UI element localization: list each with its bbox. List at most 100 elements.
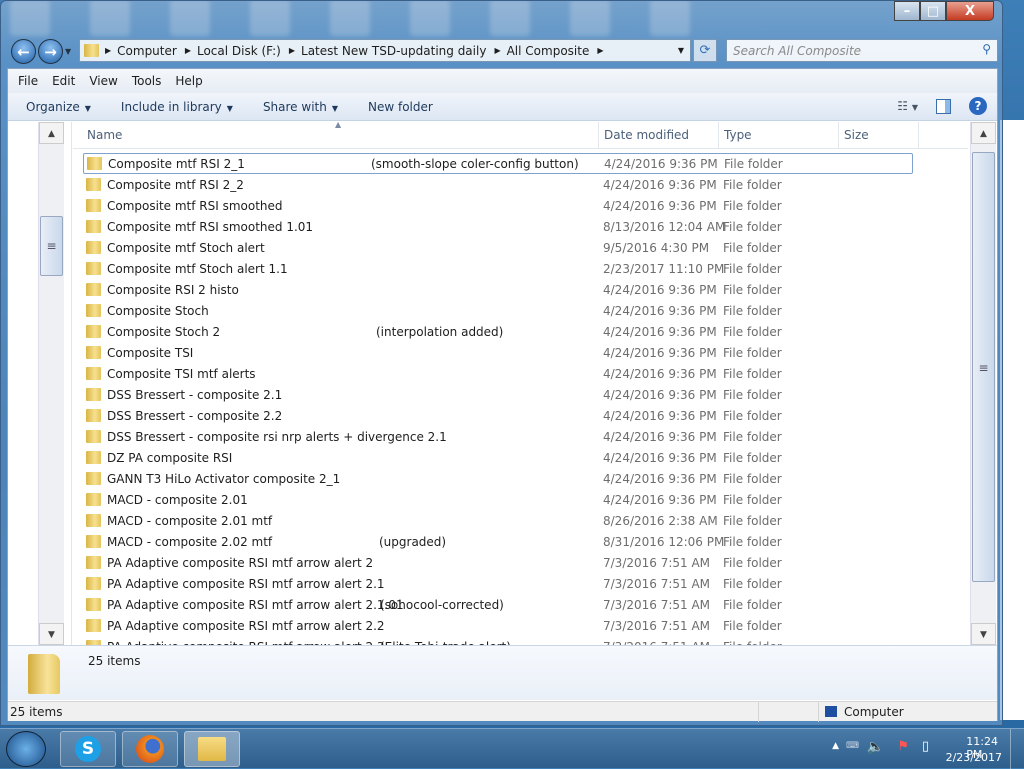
scroll-down-icon[interactable]: ▼: [971, 623, 996, 645]
computer-icon: [825, 706, 837, 717]
breadcrumb-all-composite[interactable]: All Composite: [507, 44, 590, 58]
file-row[interactable]: DSS Bressert - composite 2.2 4/24/2016 9…: [83, 405, 913, 426]
preview-pane-icon[interactable]: [936, 98, 951, 114]
search-input[interactable]: Search All Composite ⚲: [726, 39, 998, 62]
file-row[interactable]: Composite mtf Stoch alert 9/5/2016 4:30 …: [83, 237, 913, 258]
file-note: (smooth-slope coler-config button): [371, 156, 579, 171]
file-name: Composite mtf Stoch alert 1.1: [107, 261, 288, 276]
file-date: 7/3/2016 7:51 AM: [603, 618, 711, 633]
folder-icon: [86, 577, 101, 590]
column-size[interactable]: Size: [844, 128, 869, 142]
file-row[interactable]: Composite RSI 2 histo 4/24/2016 9:36 PM …: [83, 279, 913, 300]
file-row[interactable]: PA Adaptive composite RSI mtf arrow aler…: [83, 636, 913, 645]
file-row[interactable]: Composite mtf RSI smoothed 1.01 8/13/201…: [83, 216, 913, 237]
show-hidden-icons[interactable]: ▲: [832, 741, 839, 751]
file-row[interactable]: Composite TSI 4/24/2016 9:36 PM File fol…: [83, 342, 913, 363]
scroll-down-icon[interactable]: ▼: [39, 623, 64, 645]
view-options-icon[interactable]: ☷ ▼: [897, 99, 918, 113]
organize-button[interactable]: Organize ▼: [26, 100, 91, 114]
file-type: File folder: [723, 366, 782, 381]
menu-edit[interactable]: Edit: [52, 74, 75, 88]
file-row[interactable]: Composite TSI mtf alerts 4/24/2016 9:36 …: [83, 363, 913, 384]
forward-button[interactable]: →: [38, 39, 63, 64]
file-row[interactable]: PA Adaptive composite RSI mtf arrow aler…: [83, 552, 913, 573]
file-row[interactable]: MACD - composite 2.02 mtf (upgraded) 8/3…: [83, 531, 913, 552]
scroll-thumb[interactable]: ≡: [40, 216, 63, 276]
file-date: 8/26/2016 2:38 AM: [603, 513, 718, 528]
help-icon[interactable]: ?: [969, 97, 987, 115]
menu-bar: File Edit View Tools Help: [8, 69, 997, 93]
breadcrumb-computer[interactable]: Computer: [117, 44, 177, 58]
recent-pages-dropdown-icon[interactable]: ▼: [65, 47, 71, 56]
file-row[interactable]: PA Adaptive composite RSI mtf arrow aler…: [83, 594, 913, 615]
column-name[interactable]: Name: [87, 128, 122, 142]
file-row[interactable]: MACD - composite 2.01 mtf 8/26/2016 2:38…: [83, 510, 913, 531]
menu-tools[interactable]: Tools: [132, 74, 162, 88]
minimize-button[interactable]: –: [894, 1, 920, 21]
file-type: File folder: [723, 177, 782, 192]
show-desktop-button[interactable]: [1010, 729, 1024, 769]
action-center-icon[interactable]: ⚑: [897, 739, 909, 754]
scroll-thumb[interactable]: ≡: [972, 152, 995, 582]
file-row[interactable]: PA Adaptive composite RSI mtf arrow aler…: [83, 615, 913, 636]
menu-help[interactable]: Help: [175, 74, 202, 88]
close-button[interactable]: X: [946, 1, 994, 21]
file-row[interactable]: DSS Bressert - composite rsi nrp alerts …: [83, 426, 913, 447]
file-row[interactable]: Composite Stoch 2 (interpolation added) …: [83, 321, 913, 342]
status-item-count: 25 items: [10, 705, 63, 719]
network-icon[interactable]: ▯: [922, 739, 929, 754]
file-name: Composite mtf RSI smoothed 1.01: [107, 219, 314, 234]
file-name: PA Adaptive composite RSI mtf arrow aler…: [107, 576, 385, 591]
file-date: 4/24/2016 9:36 PM: [603, 177, 717, 192]
file-row[interactable]: MACD - composite 2.01 4/24/2016 9:36 PM …: [83, 489, 913, 510]
include-in-library-button[interactable]: Include in library ▼: [121, 100, 233, 114]
keyboard-icon[interactable]: ⌨: [846, 741, 859, 751]
scroll-up-icon[interactable]: ▲: [39, 122, 64, 144]
file-row[interactable]: DZ PA composite RSI 4/24/2016 9:36 PM Fi…: [83, 447, 913, 468]
scroll-up-icon[interactable]: ▲: [971, 122, 996, 144]
share-with-button[interactable]: Share with ▼: [263, 100, 338, 114]
file-list: Name ▲ Date modified Type Size Composite…: [73, 122, 968, 645]
file-list-scrollbar[interactable]: ▲ ≡ ▼: [970, 122, 996, 645]
taskbar-skype[interactable]: S: [60, 731, 116, 767]
folder-icon: [87, 157, 102, 170]
start-button[interactable]: [6, 731, 46, 767]
file-row[interactable]: Composite mtf RSI smoothed 4/24/2016 9:3…: [83, 195, 913, 216]
folder-icon: [86, 514, 101, 527]
menu-view[interactable]: View: [89, 74, 117, 88]
file-type: File folder: [723, 240, 782, 255]
file-row[interactable]: Composite mtf RSI 2_1 (smooth-slope cole…: [83, 153, 913, 174]
column-type[interactable]: Type: [724, 128, 752, 142]
file-name: Composite mtf RSI 2_1: [108, 156, 245, 171]
file-row[interactable]: GANN T3 HiLo Activator composite 2_1 4/2…: [83, 468, 913, 489]
file-type: File folder: [723, 303, 782, 318]
taskbar-firefox[interactable]: [122, 731, 178, 767]
file-row[interactable]: DSS Bressert - composite 2.1 4/24/2016 9…: [83, 384, 913, 405]
column-date-modified[interactable]: Date modified: [604, 128, 689, 142]
address-bar[interactable]: ▶ Computer ▶ Local Disk (F:) ▶ Latest New T…: [79, 39, 691, 62]
menu-file[interactable]: File: [18, 74, 38, 88]
search-icon[interactable]: ⚲: [982, 42, 991, 56]
file-row[interactable]: Composite Stoch 4/24/2016 9:36 PM File f…: [83, 300, 913, 321]
folder-icon: [86, 493, 101, 506]
folder-icon: [86, 451, 101, 464]
address-dropdown-icon[interactable]: ▼: [678, 46, 684, 55]
breadcrumb-local-disk[interactable]: Local Disk (F:): [197, 44, 281, 58]
folder-icon: [86, 556, 101, 569]
file-row[interactable]: Composite mtf RSI 2_2 4/24/2016 9:36 PM …: [83, 174, 913, 195]
volume-icon[interactable]: 🔈: [867, 739, 884, 755]
file-row[interactable]: PA Adaptive composite RSI mtf arrow aler…: [83, 573, 913, 594]
maximize-button[interactable]: □: [920, 1, 946, 21]
file-row[interactable]: Composite mtf Stoch alert 1.1 2/23/2017 …: [83, 258, 913, 279]
new-folder-button[interactable]: New folder: [368, 100, 433, 114]
file-type: File folder: [723, 282, 782, 297]
refresh-button[interactable]: ⟳: [693, 39, 717, 62]
file-name: Composite Stoch: [107, 303, 209, 318]
status-location: Computer: [844, 705, 904, 719]
file-name: MACD - composite 2.02 mtf: [107, 534, 273, 549]
breadcrumb-tsd[interactable]: Latest New TSD-updating daily: [301, 44, 486, 58]
taskbar-explorer[interactable]: [184, 731, 240, 767]
clock-date[interactable]: 2/23/2017: [946, 751, 1002, 764]
back-button[interactable]: ←: [11, 39, 36, 64]
nav-pane-scrollbar[interactable]: ▲ ≡ ▼: [38, 122, 64, 645]
